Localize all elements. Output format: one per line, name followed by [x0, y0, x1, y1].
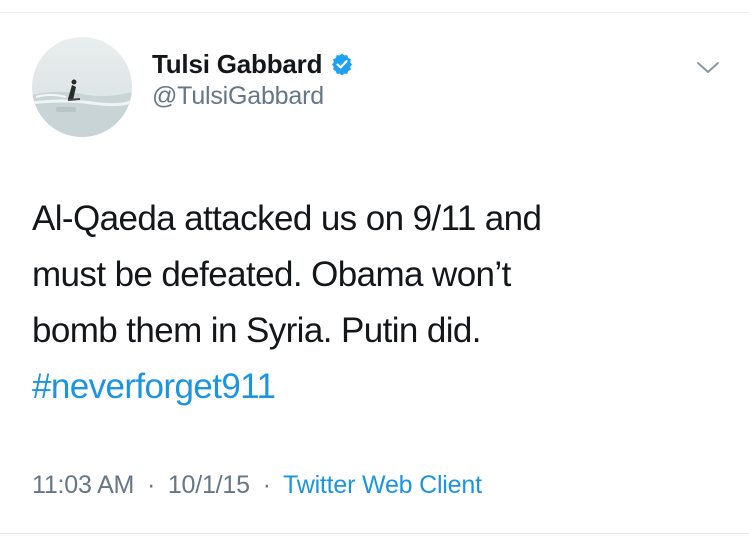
- avatar[interactable]: [32, 37, 132, 137]
- tweet-text-line: must be defeated. Obama won’t: [32, 255, 511, 294]
- bottom-divider: [0, 533, 749, 534]
- meta-separator: ·: [262, 471, 271, 499]
- top-divider: [0, 12, 749, 13]
- name-row: Tulsi Gabbard: [152, 48, 354, 80]
- tweet-menu-button[interactable]: [694, 56, 722, 80]
- hashtag-link[interactable]: #neverforget911: [32, 359, 722, 415]
- verified-badge-icon: [330, 52, 354, 76]
- display-name[interactable]: Tulsi Gabbard: [152, 49, 322, 80]
- meta-separator: ·: [146, 471, 156, 499]
- tweet-time[interactable]: 11:03 AM: [32, 471, 134, 499]
- author-block[interactable]: Tulsi Gabbard @TulsiGabbard: [152, 48, 354, 111]
- tweet-text-line: bomb them in Syria. Putin did.: [32, 311, 482, 350]
- chevron-down-icon: [697, 62, 719, 73]
- tweet-text-line: Al-Qaeda attacked us on 9/11 and: [32, 199, 542, 238]
- tweet-text: Al-Qaeda attacked us on 9/11 and must be…: [32, 191, 722, 415]
- tweet-date[interactable]: 10/1/15: [168, 471, 250, 499]
- user-handle[interactable]: @TulsiGabbard: [152, 82, 354, 111]
- tweet-metadata: 11:03 AM · 10/1/15 · Twitter Web Client: [32, 471, 482, 500]
- avatar-photo: [32, 37, 132, 137]
- tweet-card: Tulsi Gabbard @TulsiGabbard Al-Qaeda att…: [0, 0, 749, 545]
- source-link[interactable]: Twitter Web Client: [283, 471, 482, 499]
